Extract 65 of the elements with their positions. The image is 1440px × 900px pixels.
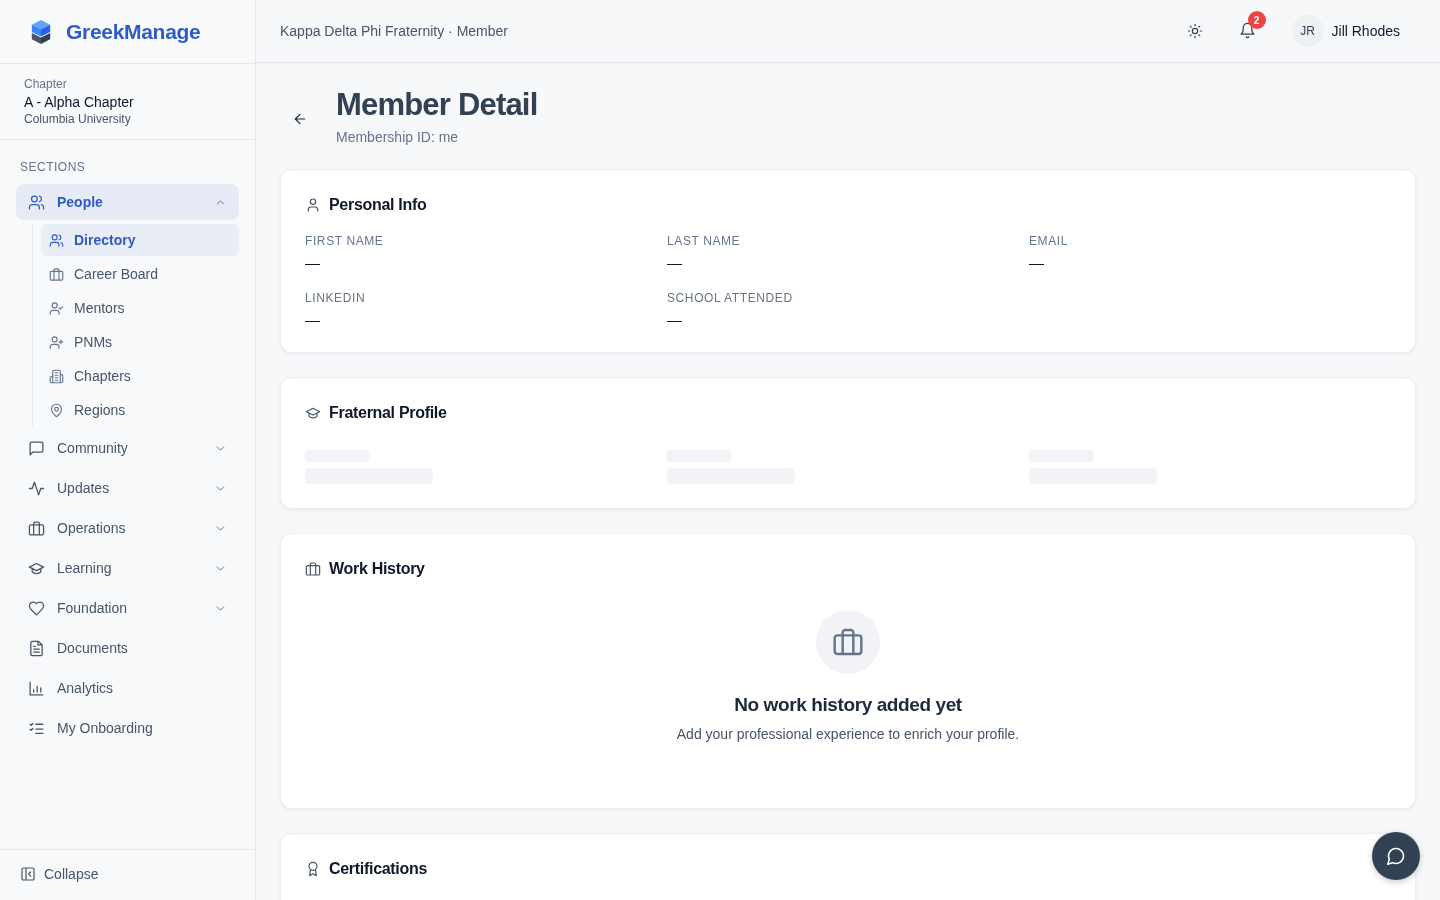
sidebar-item[interactable]: People [16,184,239,220]
section-title: Personal Info [329,195,427,214]
field-label: FIRST NAME [305,233,385,248]
empty-state-title: No work history added yet [734,693,962,716]
user-avatar[interactable]: JR [1291,14,1324,47]
field-label: SCHOOL ATTENDED [667,290,794,305]
sidebar-item[interactable]: Learning [16,550,239,586]
heart-icon [28,599,45,617]
brand-name: GreekManage [66,19,201,44]
sidebar-item[interactable]: Updates [16,470,239,506]
sections-heading: SECTIONS [19,160,87,174]
field-value: — [667,253,683,271]
panel-left-icon [20,866,36,882]
sidebar-subitem[interactable]: Chapters [41,360,239,392]
sidebar-item[interactable]: Documents [16,630,239,666]
map-pin-icon [49,402,64,418]
user-name: Jill Rhodes [1331,22,1400,39]
empty-state-text: Add your professional experience to enrich your profile. [676,725,1020,742]
sidebar-subitem[interactable]: Career Board [41,258,239,290]
briefcase-icon [28,519,45,537]
bell-icon[interactable] [1238,22,1256,40]
chapter-name: A - Alpha Chapter [24,94,135,110]
sidebar-subitem[interactable]: Regions [41,394,239,426]
sidebar-item[interactable]: Operations [16,510,239,546]
pulse-icon [28,479,45,497]
chat-button[interactable] [1372,832,1420,880]
field-label: EMAIL [1029,233,1069,248]
briefcase-icon [49,266,64,282]
bar-chart-icon [28,679,45,697]
document-icon [28,639,45,657]
people-icon [28,193,45,211]
field-value: — [305,253,321,271]
field-label: LINKEDIN [305,290,367,305]
field-value: — [1029,253,1045,271]
sidebar-subitem[interactable]: Mentors [41,292,239,324]
collapse-button[interactable]: Collapse [20,866,99,882]
sun-icon[interactable] [1186,22,1203,39]
sidebar-subitem[interactable]: PNMs [41,326,239,358]
chapter-label: Chapter [24,77,68,91]
page-title: Member Detail [336,86,538,123]
person-icon [305,196,321,213]
user-plus-icon [49,334,64,350]
chat-bubble-icon [1386,846,1406,866]
sidebar-subitem[interactable]: Directory [41,224,239,256]
building-icon [49,368,64,384]
sidebar-item[interactable]: Community [16,430,239,466]
breadcrumb: Kappa Delta Phi Fraternity · Member [280,22,508,39]
sidebar-item[interactable]: My Onboarding [16,710,239,746]
sidebar-item[interactable]: Analytics [16,670,239,706]
user-check-icon [49,300,64,316]
section-title: Certifications [329,859,428,878]
page-subtitle: Membership ID: me [336,128,460,145]
award-icon [305,860,321,877]
chat-icon [28,439,45,457]
sidebar-item[interactable]: Foundation [16,590,239,626]
people-icon [49,232,64,248]
section-title: Work History [329,559,425,578]
chapter-school: Columbia University [24,112,132,126]
briefcase-icon [305,560,321,577]
cube-logo-icon [30,18,52,45]
section-title: Fraternal Profile [329,403,447,422]
notification-badge: 2 [1247,11,1266,30]
field-label: LAST NAME [667,233,742,248]
field-value: — [305,310,321,328]
field-value: — [667,310,683,328]
